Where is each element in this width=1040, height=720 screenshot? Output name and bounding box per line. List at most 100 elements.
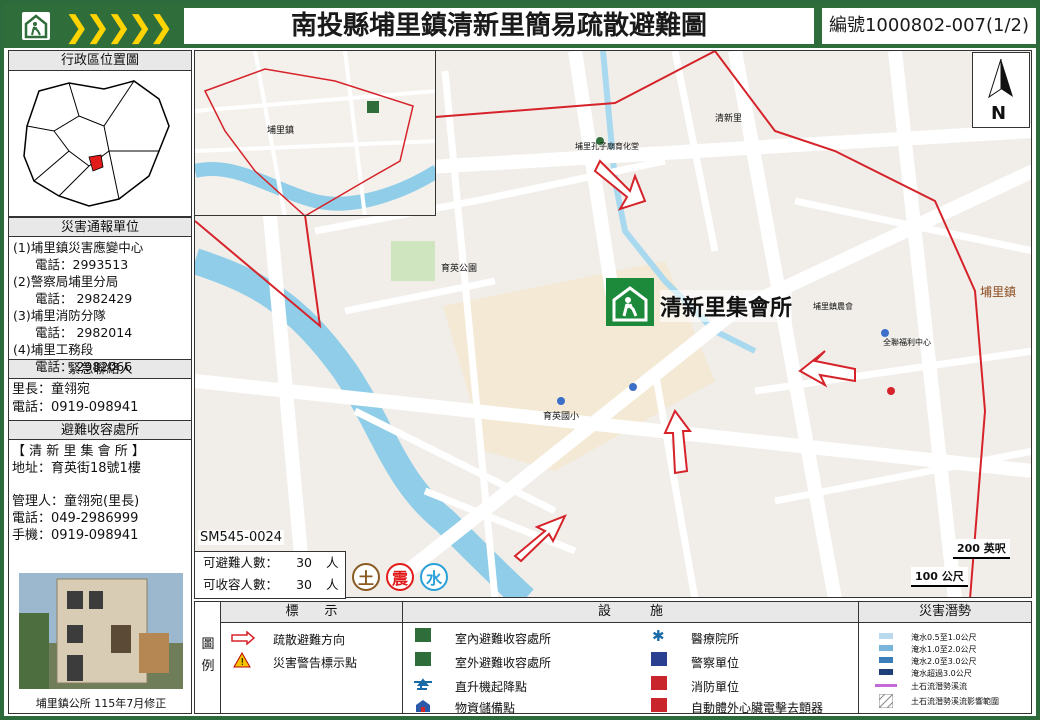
outdoor-shelter-legend-icon — [415, 652, 431, 666]
info-panel: 行政區位置圖 災害通報單位 (1)埔里鎮災害應變中心 電話：2993513 (2… — [8, 50, 192, 714]
chevron-arrows-icon: ❯❯❯❯❯ — [64, 10, 174, 45]
photo-caption: 埔里鎮公所 115年7月修正 — [35, 697, 167, 710]
school-label: 育英國小 — [543, 412, 580, 422]
svg-text:✱: ✱ — [652, 628, 665, 644]
flood-swatch-4 — [879, 669, 893, 675]
header-bar: ❯❯❯❯❯ 南投縣埔里鎮清新里簡易疏散避難圖 編號1000802-007(1/2… — [4, 4, 1036, 48]
contact-info: 里長：童翎宛 電話：0919-098941 — [9, 379, 191, 420]
legend-col-hazards: 災害潛勢 淹水0.5至1.0公尺 淹水1.0至2.0公尺 淹水2.0至3.0公尺… — [859, 602, 1031, 713]
landslide-hazard-icon: 土 — [352, 563, 380, 591]
police-icon — [651, 652, 667, 666]
aed-icon — [651, 698, 667, 712]
district-location-map — [9, 71, 191, 217]
report-unit-phone: 電話： 2982429 — [35, 291, 133, 306]
shelter-manager: 管理人：童翎宛(里長) — [12, 494, 140, 509]
evac-direction-label: 疏散避難方向 — [273, 633, 346, 647]
report-units-list: (1)埔里鎮災害應變中心 電話：2993513 (2)警察局埔里分局 電話： 2… — [9, 237, 191, 374]
qingxin-label: 清新里 — [715, 114, 743, 124]
shelter-manager-mobile: 手機：0919-098941 — [12, 528, 139, 543]
capacity-box: 可避難人數： 30 人 可收容人數： 30 人 — [194, 551, 346, 599]
sm-code: SM545-0024 — [198, 530, 285, 545]
flood-label: 淹水超過3.0公尺 — [911, 669, 972, 678]
facility-label: 室外避難收容處所 — [455, 656, 552, 670]
garden-label: 埔里孔子廟育化堂 — [575, 142, 639, 151]
report-units-title: 災害通報單位 — [9, 217, 191, 237]
report-unit-name: (4)埔里工務段 — [13, 342, 94, 357]
flood-label: 土石流潛勢溪流影響範圍 — [911, 697, 999, 706]
evac-unit: 人 — [325, 555, 339, 570]
flood-label: 淹水2.0至3.0公尺 — [911, 657, 977, 666]
legend-hazards-title: 災害潛勢 — [859, 602, 1031, 623]
facility-label: 直升機起降點 — [455, 680, 528, 694]
north-arrow-icon: N — [972, 52, 1030, 128]
flood-swatch-3 — [879, 657, 893, 663]
earthquake-hazard-icon: 震 — [386, 563, 414, 591]
evac-label: 可避難人數： — [203, 555, 279, 570]
report-unit-phone: 電話： 2982014 — [35, 325, 133, 340]
facility-label: 室內避難收容處所 — [455, 632, 552, 646]
facility-label: 警察單位 — [691, 656, 740, 670]
warning-sign-icon: ! — [233, 651, 251, 668]
legend-side-text: 圖例 — [201, 637, 215, 674]
contact-phone: 電話：0919-098941 — [12, 400, 139, 415]
shelter-photo — [19, 573, 183, 689]
flood-swatch-2 — [879, 645, 893, 651]
legend-side-label: 圖例 — [195, 602, 221, 713]
legend-facilities-title: 設 施 — [403, 602, 858, 623]
debris-area-swatch — [874, 689, 898, 713]
medical-icon: ✱ — [651, 627, 667, 645]
evac-capacity-row: 可避難人數： 30 人 — [195, 552, 345, 574]
park-label: 育英公園 — [441, 264, 478, 274]
flood-hazard-icon: 水 — [420, 563, 448, 591]
debris-stream-swatch — [875, 684, 897, 687]
shelter-name: 【 清 新 里 集 會 所 】 — [12, 444, 145, 459]
facility-label: 物資儲備點 — [455, 701, 516, 715]
flood-label: 土石流潛勢溪流 — [911, 682, 967, 691]
supply-depot-icon — [415, 698, 431, 712]
facility-label: 自動體外心臟電擊去顫器 — [691, 701, 824, 715]
legend-marks-title: 標 示 — [221, 602, 402, 623]
facility-label: 消防單位 — [691, 680, 740, 694]
flood-label: 淹水0.5至1.0公尺 — [911, 633, 977, 642]
report-unit-name: (1)埔里鎮災害應變中心 — [13, 240, 144, 255]
report-unit-name: (2)警察局埔里分局 — [13, 274, 119, 289]
flood-label: 淹水1.0至2.0公尺 — [911, 645, 977, 654]
shelter-title: 避難收容處所 — [9, 420, 191, 440]
shelter-manager-phone: 電話：049-2986999 — [12, 511, 139, 526]
shelter-address: 地址：育英街18號1樓 — [12, 461, 141, 476]
location-title: 行政區位置圖 — [9, 51, 191, 71]
hall-label: 埔里鎮農會 — [813, 302, 853, 311]
legend-col-facilities: 設 施 室內避難收容處所 室外避難收容處所 直升機起降點 物資儲備點 ✱ 醫療院… — [403, 602, 859, 715]
market-label: 全聯福利中心 — [883, 338, 931, 347]
indoor-shelter-icon[interactable] — [606, 278, 654, 326]
legend: 圖例 標 示 疏散避難方向 ! 災害警告標示點 設 施 室內避難收容處所 室外避… — [194, 601, 1032, 715]
helipad-icon — [413, 676, 432, 690]
warning-sign-label: 災害警告標示點 — [273, 656, 358, 670]
map-title: 南投縣埔里鎮清新里簡易疏散避難圖 — [184, 8, 814, 44]
evac-value: 30 — [296, 555, 312, 570]
inset-map: 埔里鎮 — [194, 50, 436, 216]
shelter-info: 【 清 新 里 集 會 所 】 地址：育英街18號1樓 管理人：童翎宛(里長) … — [9, 440, 191, 544]
report-unit-name: (3)埔里消防分隊 — [13, 308, 106, 323]
shelter-cap-unit: 人 — [325, 577, 339, 592]
shelter-logo-icon — [22, 12, 50, 40]
shelter-cap-label: 可收容人數： — [203, 577, 279, 592]
scale-bar-m: 100 公尺 — [911, 567, 968, 587]
shelter-cap-value: 30 — [296, 577, 312, 592]
shelter-capacity-row: 可收容人數： 30 人 — [195, 574, 345, 596]
north-label: N — [991, 103, 1007, 124]
shelter-map-label: 清新里集會所 — [660, 290, 793, 322]
report-unit-phone: 電話：2993513 — [35, 257, 129, 272]
fire-station-icon — [651, 676, 667, 690]
svg-text:!: ! — [240, 657, 244, 668]
puli-label: 埔里鎮 — [980, 285, 1017, 299]
scale-bar-ft: 200 英呎 — [953, 539, 1010, 559]
facility-label: 醫療院所 — [691, 632, 740, 646]
contact-chief: 里長：童翎宛 — [12, 382, 91, 397]
legend-col-marks: 標 示 疏散避難方向 ! 災害警告標示點 — [221, 602, 403, 713]
evac-direction-icon — [231, 630, 256, 646]
flood-swatch-1 — [879, 633, 893, 639]
inset-town-label: 埔里鎮 — [267, 126, 295, 136]
indoor-shelter-legend-icon — [415, 628, 431, 642]
map-code: 編號1000802-007(1/2) — [822, 8, 1036, 44]
